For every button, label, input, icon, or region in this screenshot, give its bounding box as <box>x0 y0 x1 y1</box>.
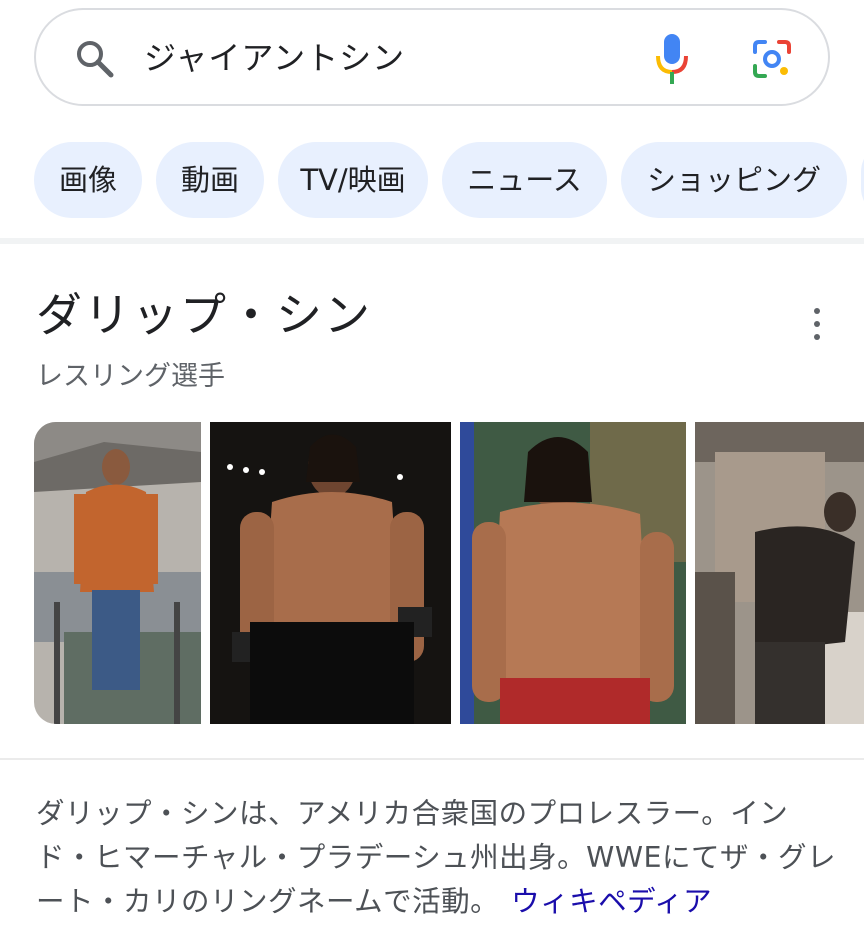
chip-news[interactable]: ニュース <box>442 142 607 218</box>
search-icon[interactable] <box>74 38 116 80</box>
search-input[interactable]: ジャイアントシン <box>144 36 405 80</box>
chip-images[interactable]: 画像 <box>34 142 142 218</box>
chip-tv-movies[interactable]: TV/映画 <box>278 142 428 218</box>
section-divider <box>0 238 864 244</box>
wikipedia-link[interactable]: ウィキペディア <box>511 885 712 918</box>
wrestler-orange-shirt-image[interactable] <box>34 422 201 724</box>
chip-videos[interactable]: 動画 <box>156 142 264 218</box>
chip-shopping[interactable]: ショッピング <box>621 142 847 218</box>
description-text: ダリップ・シンは、アメリカ合衆国のプロレスラー。インド・ヒマーチャル・プラデーシ… <box>36 797 837 918</box>
search-bar[interactable]: ジャイアントシン <box>34 8 830 106</box>
kp-title: ダリップ・シン <box>36 288 372 342</box>
content-separator <box>0 758 864 760</box>
kp-description: ダリップ・シンは、アメリカ合衆国のプロレスラー。インド・ヒマーチャル・プラデーシ… <box>36 792 836 924</box>
mic-icon[interactable] <box>654 32 690 86</box>
kp-subtitle: レスリング選手 <box>36 361 225 392</box>
movie-scene-image[interactable] <box>695 422 864 724</box>
filter-chips: 画像 動画 TV/映画 ニュース ショッピング <box>34 142 864 218</box>
wrestler-red-trunks-image[interactable] <box>460 422 686 724</box>
image-carousel <box>34 422 864 724</box>
wrestler-black-trunks-image[interactable] <box>210 422 451 724</box>
more-vert-icon[interactable] <box>806 306 828 342</box>
lens-icon[interactable] <box>751 38 793 80</box>
